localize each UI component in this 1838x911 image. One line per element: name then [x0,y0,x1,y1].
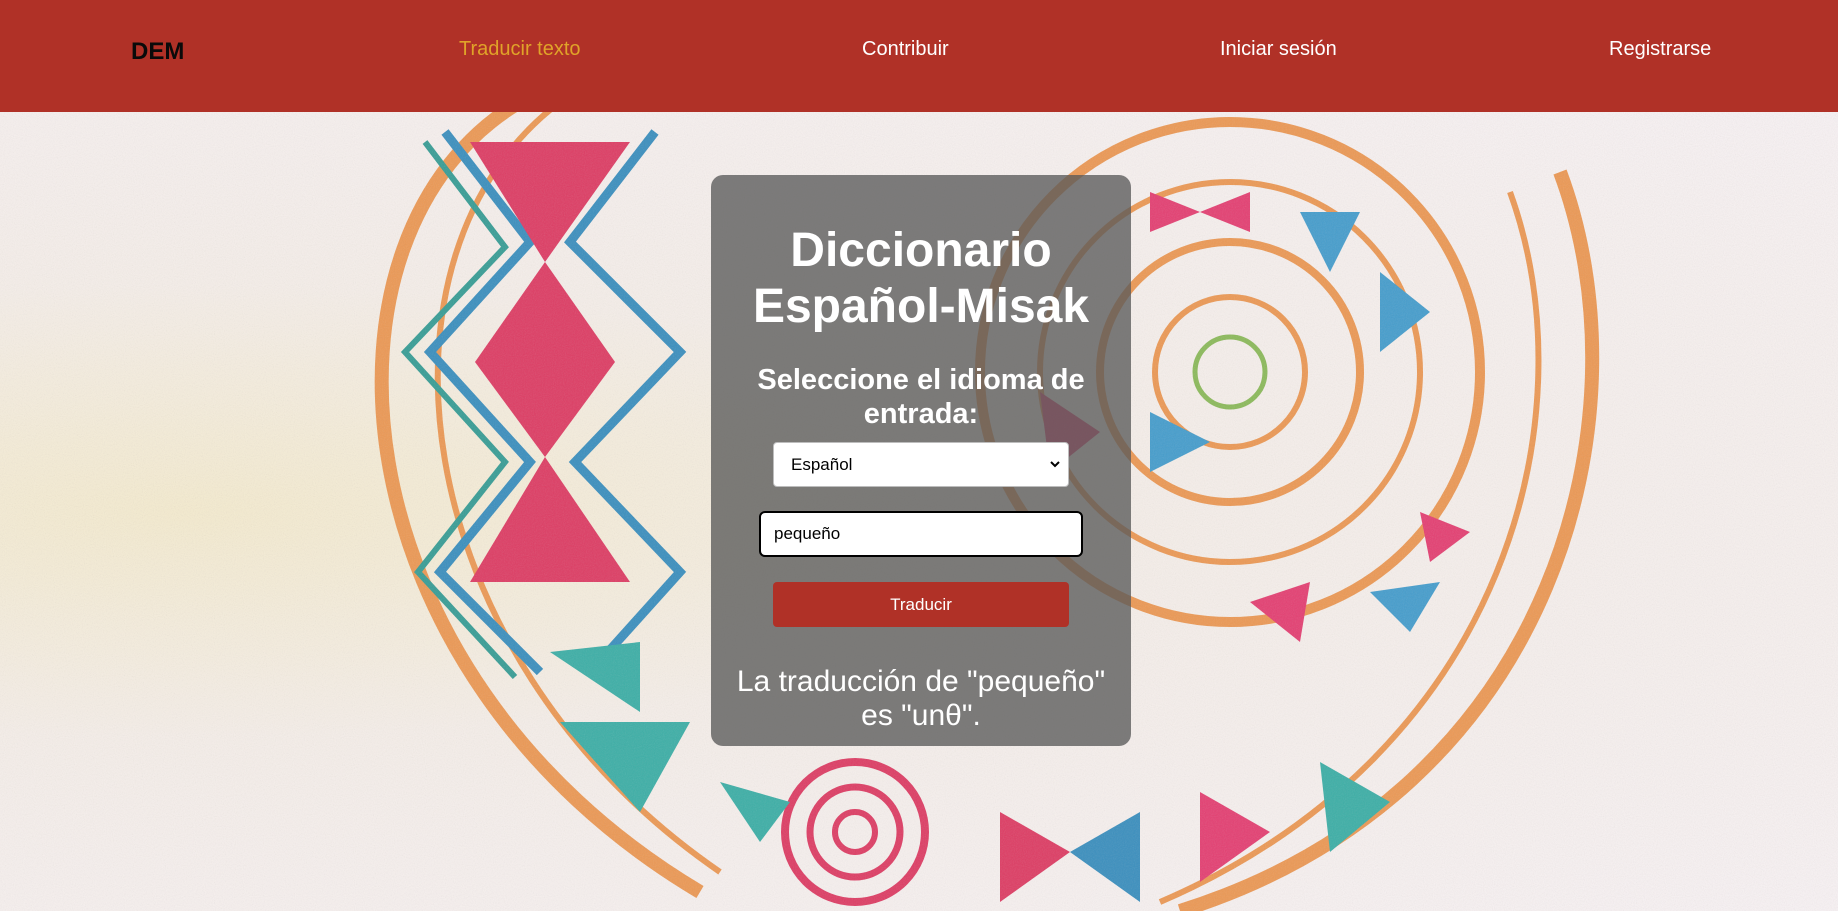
nav-link-contribuir[interactable]: Contribuir [862,38,949,61]
translator-card: Diccionario Español-Misak Seleccione el … [711,175,1131,746]
chevron-down-icon [1050,461,1060,468]
top-navbar: DEM Traducir texto Contribuir Iniciar se… [0,0,1838,112]
prompt-line-2: entrada: [863,398,979,430]
title-line-2: Español-Misak [752,280,1090,333]
page-title: Diccionario Español-Misak [711,223,1131,335]
nav-link-iniciar-sesion[interactable]: Iniciar sesión [1220,38,1337,61]
title-line-1: Diccionario [790,224,1052,277]
nav-link-registrarse[interactable]: Registrarse [1609,38,1711,61]
prompt-line-1: Seleccione el idioma de [757,364,1085,396]
result-line-1: La traducción de "pequeño" [736,665,1106,698]
word-input[interactable]: pequeño [759,511,1083,557]
translation-result: La traducción de "pequeño" es "unθ". [721,665,1121,733]
brand-logo[interactable]: DEM [131,38,184,66]
result-line-2: es "unθ". [861,699,981,732]
language-select[interactable]: Español [773,442,1069,487]
translate-button[interactable]: Traducir [773,582,1069,627]
language-select-value: Español [791,454,853,474]
language-prompt: Seleccione el idioma de entrada: [711,363,1131,431]
nav-link-traducir-texto[interactable]: Traducir texto [459,38,581,61]
word-input-value: pequeño [774,524,841,543]
